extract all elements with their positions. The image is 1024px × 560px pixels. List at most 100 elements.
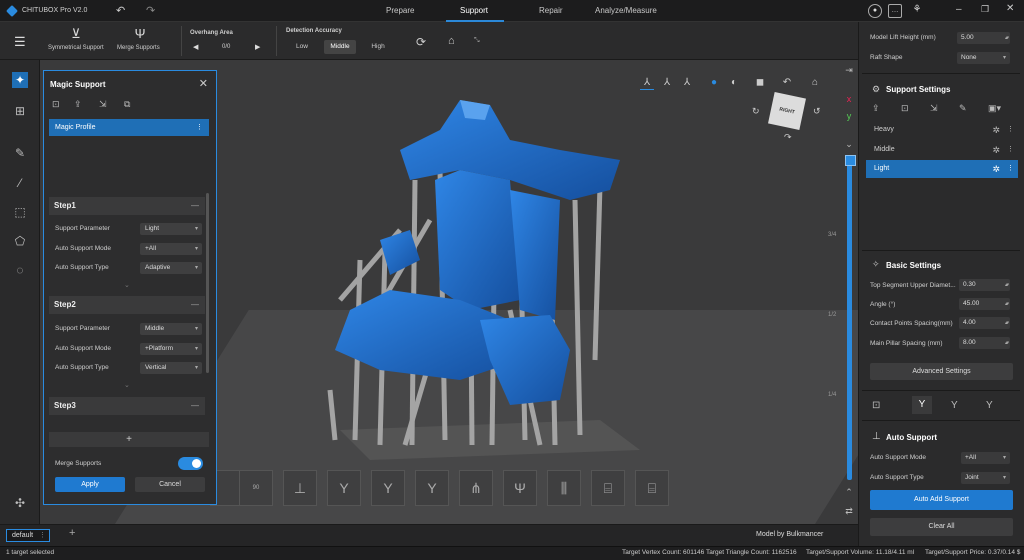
accuracy-high[interactable]: High: [362, 40, 394, 54]
preset-light[interactable]: Light ✲ ⋮: [866, 160, 1018, 178]
slider-up-icon[interactable]: ⌃: [841, 484, 857, 500]
chat-icon[interactable]: …: [888, 4, 902, 18]
auto-add-support-button[interactable]: Auto Add Support: [870, 490, 1013, 510]
tab-support[interactable]: Support: [460, 6, 488, 15]
preset-settings-icon[interactable]: ✲: [992, 121, 1000, 139]
profile-menu-icon[interactable]: ⋮: [196, 119, 203, 136]
step3-header[interactable]: Step3 —: [49, 397, 205, 415]
contact-spacing-input[interactable]: 4.00: [959, 317, 1010, 329]
tab-menu-icon[interactable]: ⋮: [39, 530, 46, 542]
tab-analyze-measure[interactable]: Analyze/Measure: [595, 6, 657, 15]
redo-icon[interactable]: ↷: [146, 4, 155, 17]
close-panel-icon[interactable]: ✕: [199, 77, 208, 90]
preset-middle[interactable]: Middle ✲ ⋮: [866, 141, 1018, 159]
support-shape-thumb[interactable]: ⊥: [283, 470, 317, 506]
apply-button[interactable]: Apply: [55, 477, 125, 492]
lasso-icon[interactable]: ⬠: [12, 233, 28, 249]
slice-toggle-icon[interactable]: ⇄: [841, 503, 857, 519]
tab-prepare[interactable]: Prepare: [386, 6, 414, 15]
step1-mode-select[interactable]: +All: [140, 243, 202, 255]
xray-render-icon[interactable]: ◐: [727, 76, 741, 90]
save-preset-icon[interactable]: ▣▾: [988, 103, 1001, 114]
slider-down-icon[interactable]: ⌄: [841, 136, 857, 152]
step2-type-select[interactable]: Vertical: [140, 362, 202, 374]
clear-all-button[interactable]: Clear All: [870, 518, 1013, 536]
support-shape-thumb[interactable]: ⌸: [635, 470, 669, 506]
pillar-spacing-input[interactable]: 8.00: [959, 337, 1010, 349]
upload-profile-icon[interactable]: ⇪: [74, 99, 82, 110]
restore-icon[interactable]: ❐: [981, 4, 989, 15]
panel-scrollbar[interactable]: [206, 193, 209, 373]
top-segment-input[interactable]: 0.30: [959, 279, 1010, 291]
circle-select-icon[interactable]: ◌: [12, 262, 28, 278]
collapse-step3-icon[interactable]: —: [191, 397, 199, 415]
minimize-icon[interactable]: –: [956, 4, 962, 15]
cancel-button[interactable]: Cancel: [135, 477, 205, 492]
rectangle-select-icon[interactable]: ⬚: [12, 204, 28, 220]
perspective-icon[interactable]: ◼: [753, 76, 767, 90]
accuracy-middle[interactable]: Middle: [324, 40, 356, 54]
import-profile-icon[interactable]: ⊡: [52, 99, 60, 110]
advanced-settings-button[interactable]: Advanced Settings: [870, 363, 1013, 380]
step2-header[interactable]: Step2 —: [49, 296, 205, 314]
step2-mode-select[interactable]: +Platform: [140, 343, 202, 355]
view-cube[interactable]: RIGHT: [768, 92, 806, 130]
collapse-step2-icon[interactable]: —: [191, 296, 199, 314]
merge-supports-button[interactable]: Merge Supports: [117, 45, 160, 51]
project-tab-default[interactable]: default ⋮: [6, 529, 50, 542]
refresh-detection-icon[interactable]: ⟳: [416, 35, 426, 49]
step1-header[interactable]: Step1 —: [49, 197, 205, 215]
auto-mode-select[interactable]: +All: [961, 452, 1010, 464]
support-shape-thumb[interactable]: 90: [239, 470, 273, 506]
support-view-icon-1[interactable]: ⅄: [640, 76, 654, 90]
angle-input[interactable]: 45.00: [959, 298, 1010, 310]
support-shape-thumb[interactable]: Ψ: [503, 470, 537, 506]
model-lift-height-input[interactable]: 5.00: [957, 32, 1010, 44]
previous-overhang-icon[interactable]: ◀: [193, 43, 198, 51]
rotate-left-icon[interactable]: ↻: [752, 106, 760, 117]
symmetrical-support-button[interactable]: Symmetrical Support: [48, 45, 104, 51]
step1-expand-icon[interactable]: ⌄: [124, 281, 130, 289]
collapse-panel-icon[interactable]: ⇥: [841, 62, 857, 78]
support-view-icon-3[interactable]: ⅄: [680, 76, 694, 90]
step2-expand-icon[interactable]: ⌄: [124, 381, 130, 389]
support-shape-thumb[interactable]: ⫼: [547, 470, 581, 506]
branch-support-icon[interactable]: Y: [951, 400, 958, 411]
preset-heavy[interactable]: Heavy ✲ ⋮: [866, 121, 1018, 139]
upload-preset-icon[interactable]: ⇪: [872, 103, 880, 114]
support-shape-thumb[interactable]: ⌸: [591, 470, 625, 506]
remove-support-icon[interactable]: Y: [986, 400, 993, 411]
profile-item-magic[interactable]: Magic Profile ⋮: [49, 119, 209, 136]
symmetrical-support-icon[interactable]: ⊻: [66, 26, 86, 42]
add-tab-button[interactable]: +: [69, 527, 75, 539]
auto-type-select[interactable]: Joint: [961, 472, 1010, 484]
axis-gizmo-icon[interactable]: ✣: [12, 495, 28, 511]
preset-settings-icon[interactable]: ✲: [992, 160, 1000, 178]
close-window-icon[interactable]: ✕: [1006, 3, 1014, 14]
support-shape-thumb[interactable]: Y: [415, 470, 449, 506]
add-step-button[interactable]: +: [49, 432, 209, 447]
step1-param-select[interactable]: Light: [140, 223, 202, 235]
support-shape-thumb[interactable]: Y: [371, 470, 405, 506]
import-support-icon[interactable]: ⊡: [872, 400, 880, 411]
preset-menu-icon[interactable]: ⋮: [1007, 141, 1014, 159]
export-profile-icon[interactable]: ⇲: [99, 99, 107, 110]
accuracy-low[interactable]: Low: [286, 40, 318, 54]
account-icon[interactable]: ●: [868, 4, 882, 18]
magic-wand-icon[interactable]: ✦: [12, 72, 28, 88]
menu-icon[interactable]: ☰: [14, 34, 26, 50]
export-preset-icon[interactable]: ⇲: [930, 103, 938, 114]
edit-preset-icon[interactable]: ✎: [959, 103, 967, 114]
home-view-icon[interactable]: ⌂: [808, 76, 822, 90]
collapse-step1-icon[interactable]: —: [191, 197, 199, 215]
preset-menu-icon[interactable]: ⋮: [1007, 121, 1014, 139]
brush-icon[interactable]: ✎: [12, 145, 28, 161]
raft-shape-select[interactable]: None: [957, 52, 1010, 64]
merge-supports-toggle[interactable]: [178, 457, 203, 470]
line-tool-icon[interactable]: ⁄: [12, 175, 28, 191]
tab-repair[interactable]: Repair: [539, 6, 563, 15]
support-tree-icon[interactable]: ⊞: [12, 103, 28, 119]
next-overhang-icon[interactable]: ▶: [255, 43, 260, 51]
preset-menu-icon[interactable]: ⋮: [1007, 160, 1014, 178]
rotate-right-icon[interactable]: ↺: [813, 106, 821, 117]
